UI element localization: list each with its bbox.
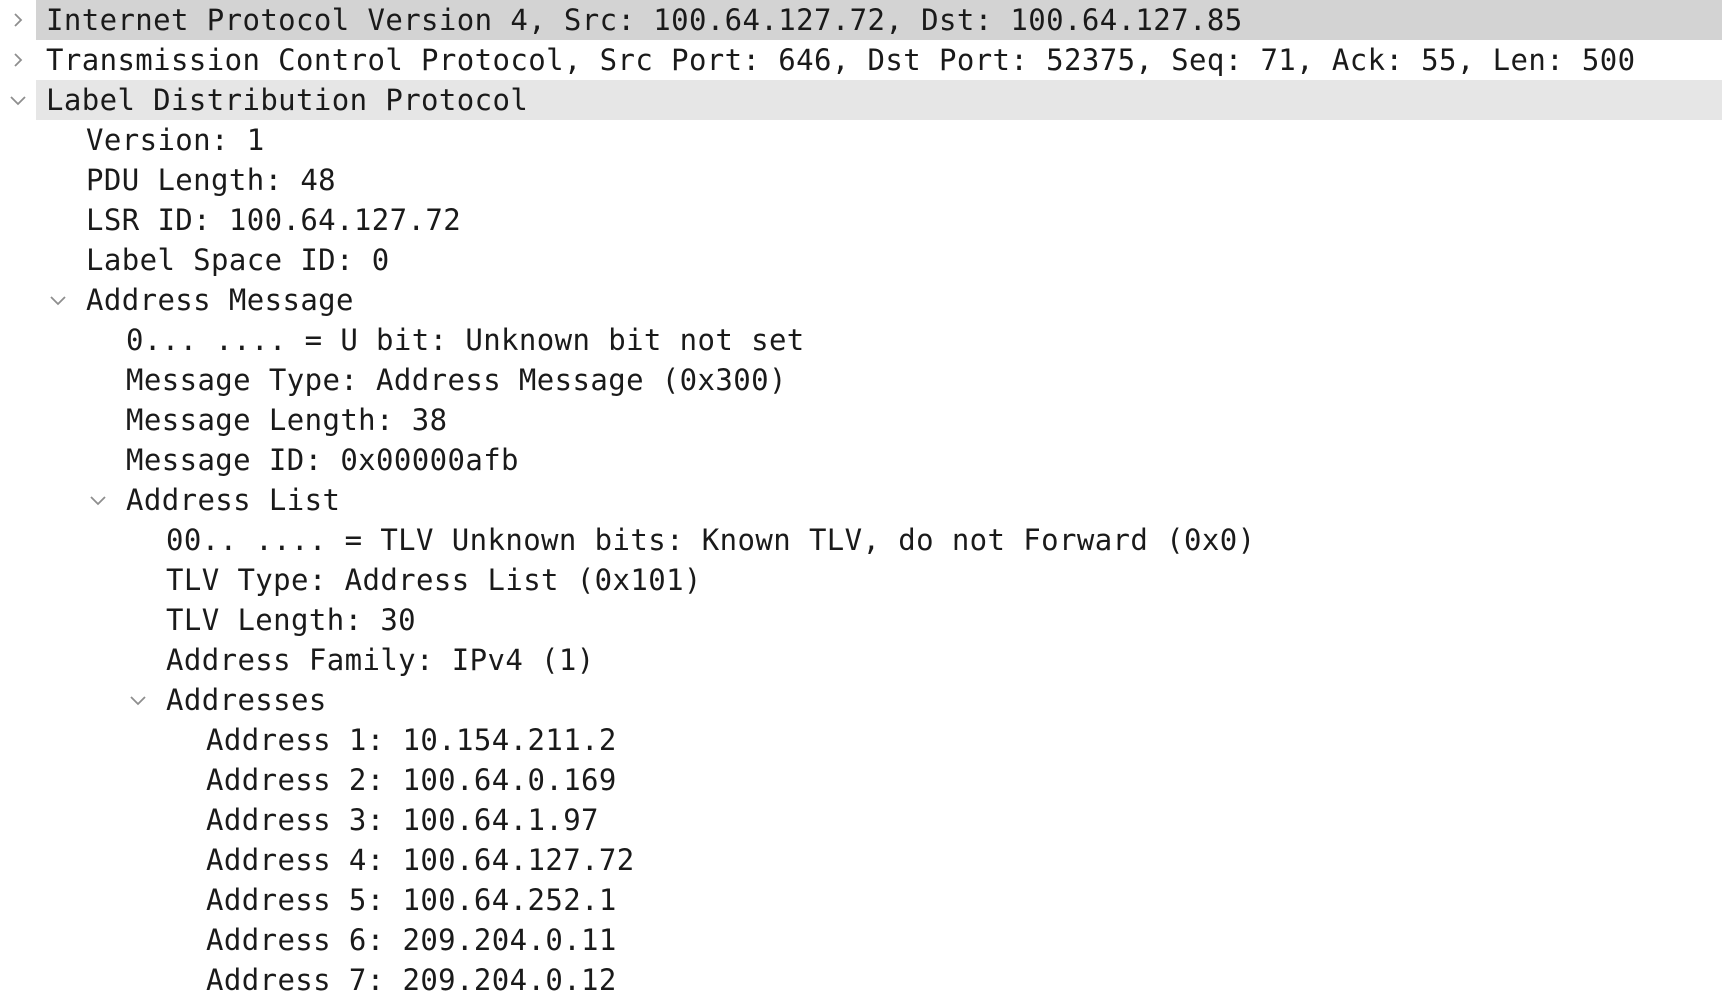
tree-row-address-1[interactable]: Address 1: 10.154.211.2 — [0, 720, 1722, 760]
tree-row-ldp[interactable]: Label Distribution Protocol — [0, 80, 1722, 120]
tree-row-message-id[interactable]: Message ID: 0x00000afb — [0, 440, 1722, 480]
tree-row-address-3[interactable]: Address 3: 100.64.1.97 — [0, 800, 1722, 840]
tree-row-label: Address 1: 10.154.211.2 — [206, 723, 617, 757]
tree-row-label: Address 5: 100.64.252.1 — [206, 883, 617, 917]
tree-row-u-bit[interactable]: 0... .... = U bit: Unknown bit not set — [0, 320, 1722, 360]
tree-row-address-family[interactable]: Address Family: IPv4 (1) — [0, 640, 1722, 680]
tree-row-addresses[interactable]: Addresses — [0, 680, 1722, 720]
chevron-down-icon[interactable] — [86, 480, 110, 520]
tree-row-tlv-type[interactable]: TLV Type: Address List (0x101) — [0, 560, 1722, 600]
tree-row-label: TLV Type: Address List (0x101) — [166, 563, 702, 597]
tree-row-label: Message Length: 38 — [126, 403, 448, 437]
tree-row-label: Version: 1 — [86, 123, 265, 157]
tree-row-lsr-id[interactable]: LSR ID: 100.64.127.72 — [0, 200, 1722, 240]
tree-row-address-message[interactable]: Address Message — [0, 280, 1722, 320]
tree-row-label: Message ID: 0x00000afb — [126, 443, 519, 477]
tree-row-pdu-length[interactable]: PDU Length: 48 — [0, 160, 1722, 200]
chevron-down-icon[interactable] — [6, 80, 30, 120]
packet-details-tree: Internet Protocol Version 4, Src: 100.64… — [0, 0, 1722, 1000]
tree-row-label: LSR ID: 100.64.127.72 — [86, 203, 462, 237]
tree-row-label: Address List — [126, 483, 341, 517]
tree-row-tlv-length[interactable]: TLV Length: 30 — [0, 600, 1722, 640]
tree-row-message-type[interactable]: Message Type: Address Message (0x300) — [0, 360, 1722, 400]
tree-row-version[interactable]: Version: 1 — [0, 120, 1722, 160]
tree-row-address-5[interactable]: Address 5: 100.64.252.1 — [0, 880, 1722, 920]
tree-row-address-list[interactable]: Address List — [0, 480, 1722, 520]
tree-row-address-6[interactable]: Address 6: 209.204.0.11 — [0, 920, 1722, 960]
tree-row-label-space-id[interactable]: Label Space ID: 0 — [0, 240, 1722, 280]
chevron-down-icon[interactable] — [126, 680, 150, 720]
tree-row-label: Label Space ID: 0 — [86, 243, 390, 277]
tree-row-label: Address Message — [86, 283, 354, 317]
tree-row-label: Message Type: Address Message (0x300) — [126, 363, 787, 397]
tree-row-label: Address 3: 100.64.1.97 — [206, 803, 599, 837]
tree-row-tcp[interactable]: Transmission Control Protocol, Src Port:… — [0, 40, 1722, 80]
tree-row-label: Label Distribution Protocol — [46, 83, 529, 117]
tree-row-tlv-unknown-bits[interactable]: 00.. .... = TLV Unknown bits: Known TLV,… — [0, 520, 1722, 560]
tree-row-label: Address 7: 209.204.0.12 — [206, 963, 617, 997]
tree-row-label: Address 4: 100.64.127.72 — [206, 843, 635, 877]
tree-row-label: Address 6: 209.204.0.11 — [206, 923, 617, 957]
tree-row-address-7[interactable]: Address 7: 209.204.0.12 — [0, 960, 1722, 1000]
tree-row-label: Addresses — [166, 683, 327, 717]
tree-row-label: PDU Length: 48 — [86, 163, 337, 197]
tree-row-ipv4[interactable]: Internet Protocol Version 4, Src: 100.64… — [0, 0, 1722, 40]
chevron-right-icon[interactable] — [6, 0, 30, 40]
tree-row-label: Address 2: 100.64.0.169 — [206, 763, 617, 797]
chevron-right-icon[interactable] — [6, 40, 30, 80]
tree-row-label: TLV Length: 30 — [166, 603, 417, 637]
tree-row-label: Internet Protocol Version 4, Src: 100.64… — [46, 3, 1243, 37]
chevron-down-icon[interactable] — [46, 280, 70, 320]
tree-row-label: 0... .... = U bit: Unknown bit not set — [126, 323, 805, 357]
tree-row-label: 00.. .... = TLV Unknown bits: Known TLV,… — [166, 523, 1256, 557]
tree-row-message-length[interactable]: Message Length: 38 — [0, 400, 1722, 440]
tree-row-label: Transmission Control Protocol, Src Port:… — [46, 43, 1636, 77]
tree-row-address-4[interactable]: Address 4: 100.64.127.72 — [0, 840, 1722, 880]
tree-row-label: Address Family: IPv4 (1) — [166, 643, 595, 677]
tree-row-address-2[interactable]: Address 2: 100.64.0.169 — [0, 760, 1722, 800]
